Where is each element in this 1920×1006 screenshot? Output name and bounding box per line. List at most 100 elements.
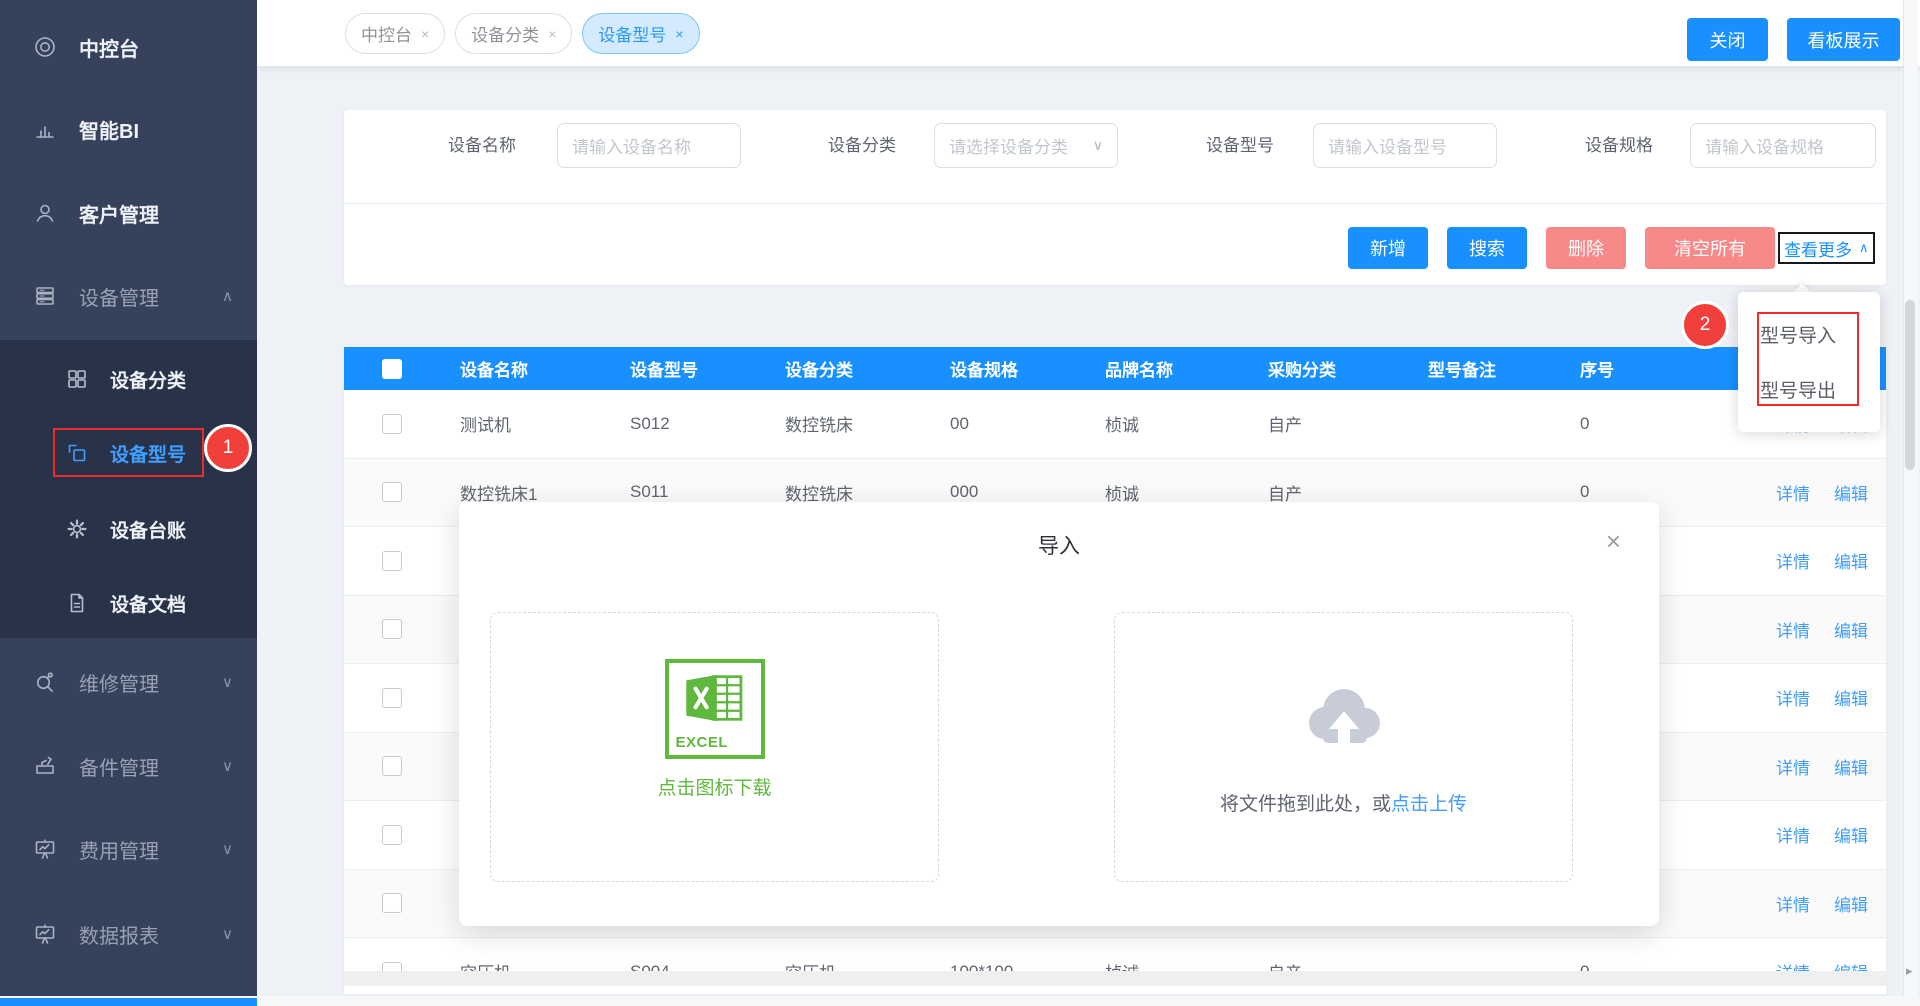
filter-label-3: 设备型号: [1206, 123, 1274, 168]
filter-label-4: 设备规格: [1585, 123, 1653, 168]
edit-link[interactable]: 编辑: [1834, 617, 1868, 642]
search-button[interactable]: 搜索: [1447, 227, 1527, 269]
detail-link[interactable]: 详情: [1776, 480, 1810, 505]
row-checkbox[interactable]: [382, 893, 402, 913]
row-actions: 详情编辑: [1694, 480, 1886, 505]
cell-设备型号: S012: [604, 414, 759, 434]
cell-序号: 0: [1554, 482, 1694, 502]
row-checkbox[interactable]: [382, 482, 402, 502]
row-actions: 详情编辑: [1694, 548, 1886, 573]
menu-item-1[interactable]: 型号导入: [1738, 321, 1880, 348]
file-dropzone[interactable]: 将文件拖到此处，或点击上传: [1114, 612, 1573, 882]
sidebar-item-6[interactable]: 备件管理∨: [0, 744, 257, 788]
row-checkbox-cell: [344, 756, 434, 776]
close-tag-icon[interactable]: ×: [548, 26, 556, 42]
breadcrumb-tag-2[interactable]: 设备分类×: [455, 13, 572, 54]
filter-input-3[interactable]: 请输入设备型号: [1313, 123, 1497, 168]
device-stack-icon: [33, 284, 57, 308]
cell-设备型号: S011: [604, 482, 759, 502]
detail-link[interactable]: 详情: [1776, 685, 1810, 710]
close-tag-icon[interactable]: ×: [421, 26, 429, 42]
repair-search-icon: [33, 670, 57, 694]
tag-label: 设备型号: [598, 21, 666, 46]
expense-board-icon: [33, 837, 57, 861]
column-header-3: 设备分类: [759, 356, 924, 381]
sidebar-item-5[interactable]: 维修管理∨: [0, 660, 257, 704]
close-tag-icon[interactable]: ×: [675, 26, 683, 42]
more-actions-menu: 型号导入型号导出: [1738, 292, 1880, 432]
page-horizontal-scrollbar-track[interactable]: [0, 996, 1920, 1006]
sidebar: 中控台智能BI 客户管理设备管理∧ 设备分类设备型号设备台账设备文档维修管理∨ 备件管…: [0, 0, 257, 1006]
sidebar-subitem-4[interactable]: 设备文档: [0, 581, 257, 625]
placeholder-text: 请输入设备规格: [1705, 133, 1824, 158]
chevron-up-icon: ∧: [222, 287, 233, 305]
select-all-checkbox[interactable]: [382, 359, 402, 379]
scroll-right-arrow-icon[interactable]: ▸: [1906, 963, 1913, 979]
row-checkbox[interactable]: [382, 756, 402, 776]
console-icon: [33, 35, 57, 59]
sidebar-subitem-2-label: 设备型号: [110, 440, 186, 467]
vertical-scrollbar-thumb[interactable]: [1905, 300, 1915, 470]
filter-input-1[interactable]: 请输入设备名称: [557, 123, 741, 168]
page-horizontal-scrollbar-thumb[interactable]: [0, 998, 257, 1006]
detail-link[interactable]: 详情: [1776, 822, 1810, 847]
sidebar-subitem-3[interactable]: 设备台账: [0, 507, 257, 551]
sidebar-item-7[interactable]: 费用管理∨: [0, 827, 257, 871]
breadcrumb-tag-3[interactable]: 设备型号 ×: [582, 13, 699, 54]
cell-采购分类: 自产: [1242, 480, 1402, 505]
sidebar-item-2[interactable]: 智能BI: [0, 107, 257, 151]
sidebar-item-3[interactable]: 客户管理: [0, 191, 257, 235]
cell-品牌名称: 桢诚: [1079, 411, 1242, 436]
delete-button[interactable]: 删除: [1546, 227, 1626, 269]
detail-link[interactable]: 详情: [1776, 617, 1810, 642]
excel-template-icon[interactable]: EXCEL: [665, 659, 765, 759]
modal-close-icon[interactable]: ×: [1606, 528, 1621, 554]
column-header-1: 设备名称: [434, 356, 604, 381]
click-upload-link[interactable]: 点击上传: [1391, 794, 1467, 815]
vertical-scrollbar-track[interactable]: [1903, 0, 1918, 1006]
template-download-zone[interactable]: EXCEL 点击图标下载: [490, 612, 939, 882]
row-checkbox[interactable]: [382, 825, 402, 845]
sidebar-item-2-label: 智能BI: [79, 115, 139, 144]
detail-link[interactable]: 详情: [1776, 548, 1810, 573]
detail-link[interactable]: 详情: [1776, 891, 1810, 916]
cell-设备规格: 00: [924, 414, 1079, 434]
row-checkbox[interactable]: [382, 619, 402, 639]
cell-序号: 0: [1554, 414, 1694, 434]
edit-link[interactable]: 编辑: [1834, 685, 1868, 710]
menu-item-2[interactable]: 型号导出: [1738, 376, 1880, 403]
filter-input-4[interactable]: 请输入设备规格: [1690, 123, 1876, 168]
board-display-button[interactable]: 看板展示: [1787, 18, 1900, 61]
detail-link[interactable]: 详情: [1776, 754, 1810, 779]
breadcrumb-tag-1[interactable]: 中控台 ×: [345, 13, 445, 54]
view-more-link[interactable]: 查看更多 ∧: [1778, 232, 1875, 264]
sidebar-item-8[interactable]: 数据报表∨: [0, 912, 257, 956]
filter-card: 设备名称请输入设备名称设备分类请选择设备分类∨设备型号请输入设备型号设备规格请输…: [344, 110, 1886, 285]
upload-cloud-icon: [1296, 679, 1392, 751]
edit-link[interactable]: 编辑: [1834, 548, 1868, 573]
drag-hint-text: 将文件拖到此处，或: [1220, 794, 1391, 815]
sidebar-item-1[interactable]: 中控台: [0, 25, 257, 69]
row-actions: 详情编辑: [1694, 617, 1886, 642]
filter-select-2[interactable]: 请选择设备分类∨: [934, 123, 1118, 168]
chevron-down-icon: ∨: [222, 673, 233, 691]
table-horizontal-scrollbar[interactable]: [344, 971, 1886, 986]
document-icon: [65, 591, 87, 615]
import-modal: 导入 × EXCEL 点击图标下载: [459, 502, 1659, 926]
step-badge-2: 2: [1681, 301, 1729, 349]
edit-link[interactable]: 编辑: [1834, 822, 1868, 847]
row-checkbox[interactable]: [382, 414, 402, 434]
edit-link[interactable]: 编辑: [1834, 754, 1868, 779]
row-checkbox[interactable]: [382, 551, 402, 571]
close-button[interactable]: 关闭: [1687, 18, 1768, 61]
edit-link[interactable]: 编辑: [1834, 480, 1868, 505]
sidebar-item-4[interactable]: 设备管理∧: [0, 274, 257, 318]
sidebar-subitem-1[interactable]: 设备分类: [0, 357, 257, 401]
row-checkbox[interactable]: [382, 688, 402, 708]
bi-chart-icon: [33, 117, 57, 141]
topbar: 中控台×设备分类×设备型号× 关闭 看板展示: [257, 0, 1920, 66]
edit-link[interactable]: 编辑: [1834, 891, 1868, 916]
clear-all-button[interactable]: 清空所有: [1645, 227, 1775, 269]
add-button[interactable]: 新增: [1348, 227, 1428, 269]
tag-label: 中控台: [361, 21, 412, 46]
